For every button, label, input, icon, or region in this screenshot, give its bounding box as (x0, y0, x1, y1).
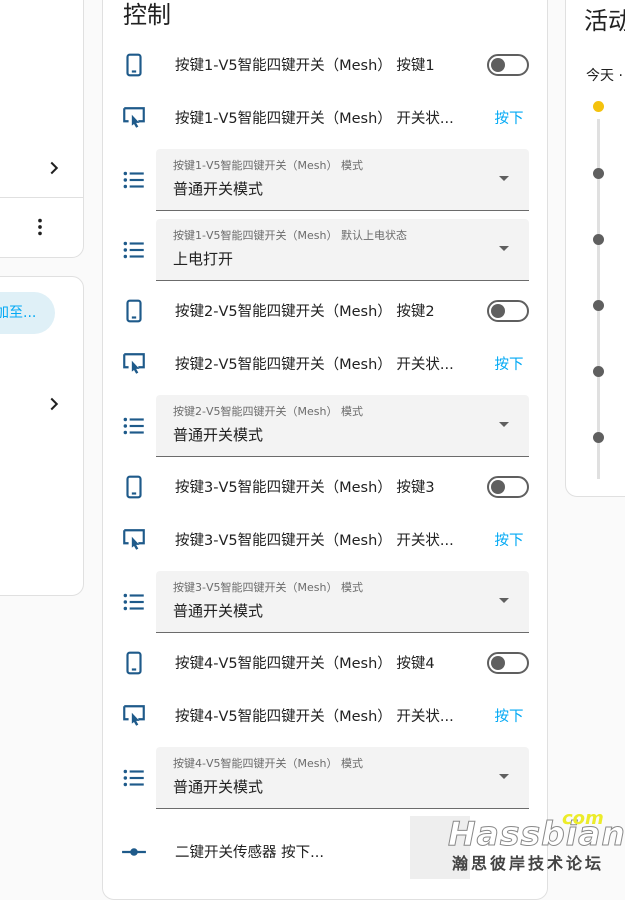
entity-label: 按键1-V5智能四键开关（Mesh） 按键1 (175, 58, 435, 74)
format-list-bulleted-icon (123, 241, 144, 259)
format-list-bulleted-icon (123, 593, 144, 611)
entity-label: 按键2-V5智能四键开关（Mesh） 开关状... (175, 357, 454, 373)
entity-row-select-power-on-1: 按键1-V5智能四键开关（Mesh） 默认上电状态 上电打开 (103, 219, 547, 281)
watermark-com: com (562, 808, 604, 829)
entity-row-button-2: 按键2-V5智能四键开关（Mesh） 开关状... 按下 (103, 339, 547, 389)
entity-row-select-mode-4: 按键4-V5智能四键开关（Mesh） 模式 普通开关模式 (103, 747, 547, 809)
cellphone-icon (126, 53, 142, 77)
gesture-tap-icon (123, 353, 145, 374)
entity-row-select-mode-2: 按键2-V5智能四键开关（Mesh） 模式 普通开关模式 (103, 395, 547, 457)
press-button[interactable]: 按下 (487, 529, 531, 550)
select-label: 按键1-V5智能四键开关（Mesh） 默认上电状态 (173, 229, 407, 242)
watermark: Hassbian com 瀚思彼岸技术论坛 (410, 808, 625, 879)
select-label: 按键4-V5智能四键开关（Mesh） 模式 (173, 757, 363, 770)
power-on-select[interactable]: 按键1-V5智能四键开关（Mesh） 默认上电状态 上电打开 (156, 219, 529, 281)
select-label: 按键3-V5智能四键开关（Mesh） 模式 (173, 581, 363, 594)
watermark-subtitle: 瀚思彼岸技术论坛 (452, 854, 605, 873)
card-title: 活动 (584, 7, 625, 35)
press-button[interactable]: 按下 (487, 705, 531, 726)
cellphone-icon (126, 299, 142, 323)
mode-select[interactable]: 按键3-V5智能四键开关（Mesh） 模式 普通开关模式 (156, 571, 529, 633)
select-label: 按键1-V5智能四键开关（Mesh） 模式 (173, 159, 363, 172)
entity-label: 按键3-V5智能四键开关（Mesh） 按键3 (175, 480, 435, 496)
entity-label: 二键开关传感器 按下... (175, 845, 324, 861)
entity-row-button-1: 按键1-V5智能四键开关（Mesh） 开关状... 按下 (103, 93, 547, 143)
entity-label: 按键4-V5智能四键开关（Mesh） 按键4 (175, 656, 435, 672)
press-button[interactable]: 按下 (487, 107, 531, 128)
commit-icon (122, 848, 146, 856)
gesture-tap-icon (123, 705, 145, 726)
format-list-bulleted-icon (123, 171, 144, 189)
chevron-right-icon[interactable] (43, 157, 65, 179)
entity-label: 按键1-V5智能四键开关（Mesh） 开关状... (175, 111, 454, 127)
mode-select[interactable]: 按键2-V5智能四键开关（Mesh） 模式 普通开关模式 (156, 395, 529, 457)
select-value: 上电打开 (173, 250, 234, 268)
press-button[interactable]: 按下 (487, 353, 531, 374)
dropdown-arrow-icon (499, 246, 509, 251)
entity-row-select-mode-3: 按键3-V5智能四键开关（Mesh） 模式 普通开关模式 (103, 571, 547, 633)
select-value: 普通开关模式 (173, 426, 264, 444)
entity-row-button-4: 按键4-V5智能四键开关（Mesh） 开关状... 按下 (103, 691, 547, 741)
timeline-dot (593, 234, 604, 245)
controls-card: 控制 按键1-V5智能四键开关（Mesh） 按键1 按键1-V5智能四键开关（M… (102, 0, 548, 900)
format-list-bulleted-icon (123, 769, 144, 787)
mode-select[interactable]: 按键1-V5智能四键开关（Mesh） 模式 普通开关模式 (156, 149, 529, 211)
timeline-dot (593, 432, 604, 443)
entity-label: 按键3-V5智能四键开关（Mesh） 开关状... (175, 533, 454, 549)
dropdown-arrow-icon (499, 598, 509, 603)
dropdown-arrow-icon (499, 422, 509, 427)
entity-row-switch-4: 按键4-V5智能四键开关（Mesh） 按键4 (103, 638, 547, 688)
switch-toggle[interactable] (487, 300, 529, 322)
entity-label: 按键4-V5智能四键开关（Mesh） 开关状... (175, 709, 454, 725)
entity-row-select-mode-1: 按键1-V5智能四键开关（Mesh） 模式 普通开关模式 (103, 149, 547, 211)
switch-toggle[interactable] (487, 54, 529, 76)
divider (0, 197, 83, 198)
entity-row-switch-1: 按键1-V5智能四键开关（Mesh） 按键1 (103, 40, 547, 90)
left-card-top (0, 0, 84, 258)
format-list-bulleted-icon (123, 417, 144, 435)
card-title: 控制 (123, 1, 171, 29)
entity-row-switch-3: 按键3-V5智能四键开关（Mesh） 按键3 (103, 462, 547, 512)
left-card-bottom: 添加至... (0, 276, 84, 596)
dropdown-arrow-icon (499, 176, 509, 181)
cellphone-icon (126, 651, 142, 675)
gesture-tap-icon (123, 529, 145, 550)
select-value: 普通开关模式 (173, 778, 264, 796)
dropdown-arrow-icon (499, 774, 509, 779)
select-value: 普通开关模式 (173, 180, 264, 198)
gesture-tap-icon (123, 107, 145, 128)
entity-row-button-3: 按键3-V5智能四键开关（Mesh） 开关状... 按下 (103, 515, 547, 565)
timeline-dot (593, 366, 604, 377)
timeline-dot (593, 101, 604, 112)
timeline-dot (593, 168, 604, 179)
activity-card: 活动 今天 · (565, 0, 625, 497)
switch-toggle[interactable] (487, 476, 529, 498)
mode-select[interactable]: 按键4-V5智能四键开关（Mesh） 模式 普通开关模式 (156, 747, 529, 809)
more-vertical-icon[interactable] (29, 216, 51, 238)
select-value: 普通开关模式 (173, 602, 264, 620)
entity-label: 按键2-V5智能四键开关（Mesh） 按键2 (175, 304, 435, 320)
date-header: 今天 · (586, 68, 623, 84)
entity-row-switch-2: 按键2-V5智能四键开关（Mesh） 按键2 (103, 286, 547, 336)
chevron-right-icon[interactable] (43, 393, 65, 415)
select-label: 按键2-V5智能四键开关（Mesh） 模式 (173, 405, 363, 418)
cellphone-icon (126, 475, 142, 499)
timeline-dot (593, 300, 604, 311)
add-to-button[interactable]: 添加至... (0, 292, 55, 334)
switch-toggle[interactable] (487, 652, 529, 674)
